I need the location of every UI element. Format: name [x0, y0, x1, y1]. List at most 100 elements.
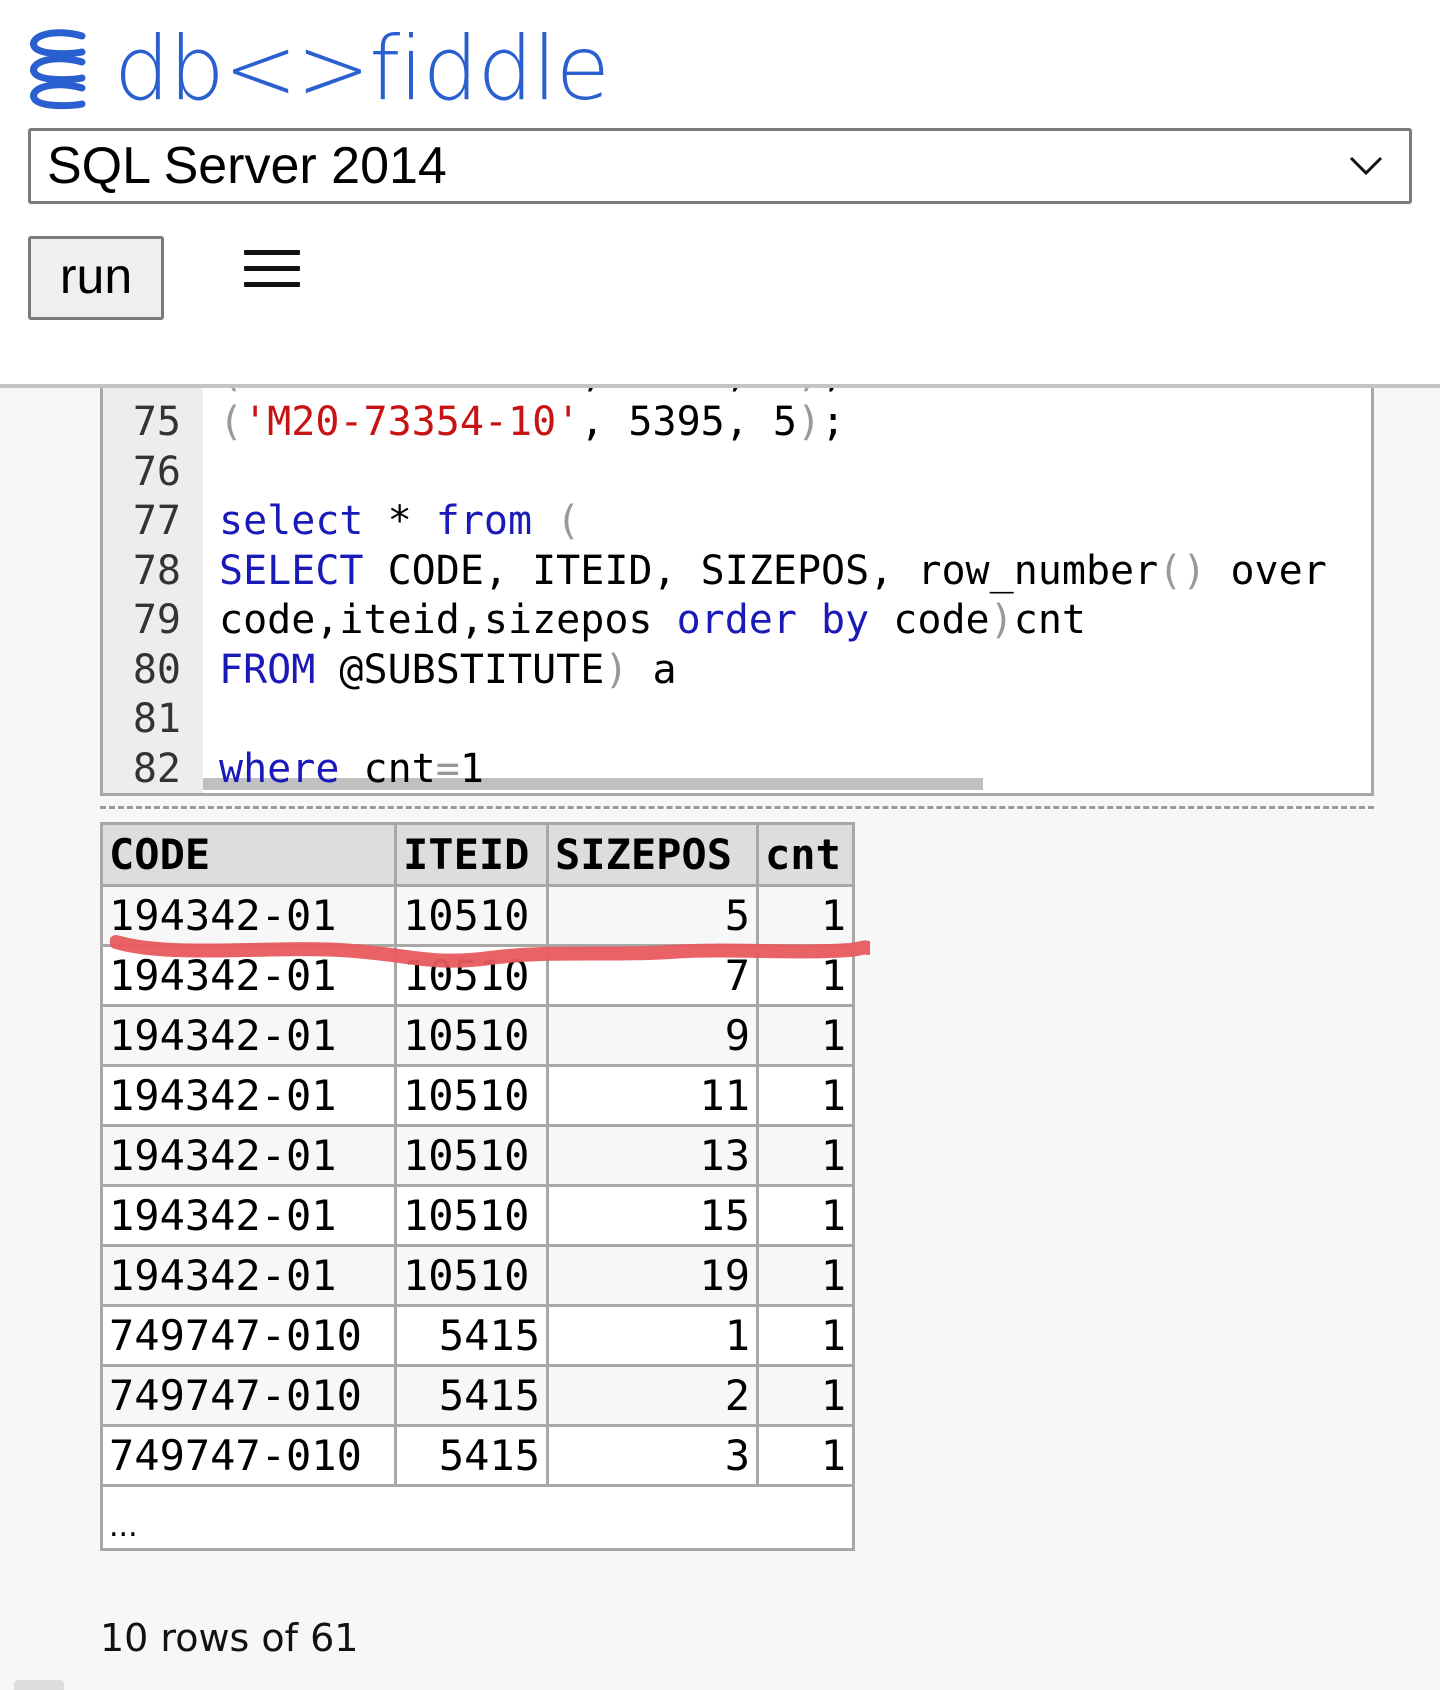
code-line: 81 [103, 695, 1371, 745]
hamburger-menu-icon[interactable] [244, 250, 300, 290]
cell-iteid: 10510 [394, 1064, 549, 1127]
cell-sizepos: 13 [546, 1124, 759, 1187]
cell-code: 749747-010 [100, 1364, 397, 1427]
cell-code: 194342-01 [100, 1184, 397, 1247]
cell-cnt: 1 [756, 1184, 855, 1247]
sql-keyword: FROM [219, 646, 316, 693]
cell-cnt: 1 [756, 1244, 855, 1307]
cell-sizepos: 15 [546, 1184, 759, 1247]
database-cylinder-icon [30, 29, 86, 110]
cell-iteid: 5415 [394, 1424, 549, 1487]
cell-code: 194342-01 [100, 884, 397, 947]
code-line: 80 FROM @SUBSTITUTE) a [103, 645, 1371, 695]
editor-results-divider [100, 806, 1374, 809]
cell-iteid: 10510 [394, 1184, 549, 1247]
sql-keyword: order by [676, 597, 870, 644]
cell-iteid: 5415 [394, 1304, 549, 1367]
sql-keyword: from [435, 498, 533, 545]
code-token: cnt [1013, 597, 1086, 644]
code-token: = [435, 745, 460, 792]
code-text: select * from ( [219, 498, 580, 544]
code-token: ; [821, 399, 846, 446]
menu-bar [244, 250, 300, 255]
scroll-handle[interactable] [14, 1680, 64, 1690]
column-header-cnt: cnt [756, 822, 855, 887]
column-header-sizepos: SIZEPOS [546, 822, 759, 887]
code-line: 79 code,iteid,sizepos order by code)cnt [103, 596, 1371, 646]
code-line: 76 [103, 447, 1371, 497]
code-line: 75 ('M20-73354-10', 5395, 5); [103, 398, 1371, 448]
code-token: ) [797, 388, 821, 396]
code-token: cnt [339, 745, 436, 792]
sql-keyword: SELECT [219, 547, 364, 594]
table-row: 194342-01 10510 19 1 [100, 1244, 855, 1307]
run-button[interactable]: run [28, 236, 164, 320]
ellipsis: ... [100, 1484, 855, 1551]
table-row: 194342-01 10510 11 1 [100, 1064, 855, 1127]
row-count-text: 10 rows of 61 [100, 1616, 359, 1660]
cell-sizepos: 1 [546, 1304, 759, 1367]
cell-cnt: 1 [756, 1424, 855, 1487]
cell-iteid: 10510 [394, 884, 549, 947]
code-token: ) [989, 597, 1014, 644]
code-text: where cnt=1 [219, 746, 484, 792]
code-token: , 5395, 5 [580, 399, 797, 446]
cell-sizepos: 19 [546, 1244, 759, 1307]
sql-code-editor[interactable]: 74('M20-73354-10', 5395, 4),75('M20-7335… [100, 388, 1374, 796]
logo[interactable]: db<>fiddle [24, 24, 610, 114]
cell-sizepos: 9 [546, 1004, 759, 1067]
line-number: 82 [132, 745, 181, 792]
code-token: CODE, ITEID, SIZEPOS, row_number [363, 547, 1159, 594]
code-token: () [1158, 547, 1207, 594]
table-row: 194342-01 10510 7 1 [100, 944, 855, 1007]
cell-iteid: 10510 [394, 944, 549, 1007]
line-number: 79 [132, 597, 181, 644]
sql-string: 'M20-73354-10' [243, 388, 580, 396]
line-number: 78 [132, 547, 181, 594]
table-row: 749747-010 5415 1 1 [100, 1304, 855, 1367]
code-token: ( [532, 498, 581, 545]
chevron-down-icon [1349, 156, 1383, 176]
cell-cnt: 1 [756, 1364, 855, 1427]
code-token: ) [797, 399, 822, 446]
cell-code: 194342-01 [100, 1064, 397, 1127]
database-version-value: SQL Server 2014 [47, 137, 447, 195]
line-number: 81 [132, 696, 181, 743]
code-text: SELECT CODE, ITEID, SIZEPOS, row_number(… [219, 548, 1327, 594]
result-table: CODE ITEID SIZEPOS cnt 194342-01 10510 5 1 1… [100, 822, 855, 1551]
cell-code: 749747-010 [100, 1304, 397, 1367]
cell-cnt: 1 [756, 1124, 855, 1187]
cell-iteid: 10510 [394, 1244, 549, 1307]
cell-cnt: 1 [756, 1304, 855, 1367]
column-header-code: CODE [100, 822, 397, 887]
code-token: 1 [459, 745, 484, 792]
database-version-select[interactable]: SQL Server 2014 [28, 128, 1412, 204]
cell-code: 749747-010 [100, 1424, 397, 1487]
code-lines: 74('M20-73354-10', 5395, 4),75('M20-7335… [103, 388, 1371, 793]
line-number: 77 [132, 498, 181, 545]
code-token: , 5395, 4 [580, 388, 797, 396]
truncated-rows-indicator: ... [100, 1484, 855, 1551]
cell-sizepos: 3 [546, 1424, 759, 1487]
code-token: a [628, 646, 677, 693]
cell-code: 194342-01 [100, 1004, 397, 1067]
menu-bar [244, 282, 300, 287]
code-token: ( [219, 399, 244, 446]
code-token: , [821, 388, 845, 396]
code-line: 74 ('M20-73354-10', 5395, 4), [103, 388, 1371, 398]
code-token: ) [604, 646, 629, 693]
table-row: 194342-01 10510 15 1 [100, 1184, 855, 1247]
cell-sizepos: 5 [546, 884, 759, 947]
cell-iteid: 10510 [394, 1124, 549, 1187]
code-line: 77 select * from ( [103, 497, 1371, 547]
code-token: code [869, 597, 990, 644]
table-header-row: CODE ITEID SIZEPOS cnt [100, 822, 855, 887]
cell-sizepos: 11 [546, 1064, 759, 1127]
code-token: ( [219, 388, 243, 396]
line-number: 80 [132, 646, 181, 693]
table-row: 749747-010 5415 3 1 [100, 1424, 855, 1487]
cell-iteid: 5415 [394, 1364, 549, 1427]
column-header-iteid: ITEID [394, 822, 549, 887]
code-line: 78 SELECT CODE, ITEID, SIZEPOS, row_numbe… [103, 546, 1371, 596]
cell-cnt: 1 [756, 1064, 855, 1127]
